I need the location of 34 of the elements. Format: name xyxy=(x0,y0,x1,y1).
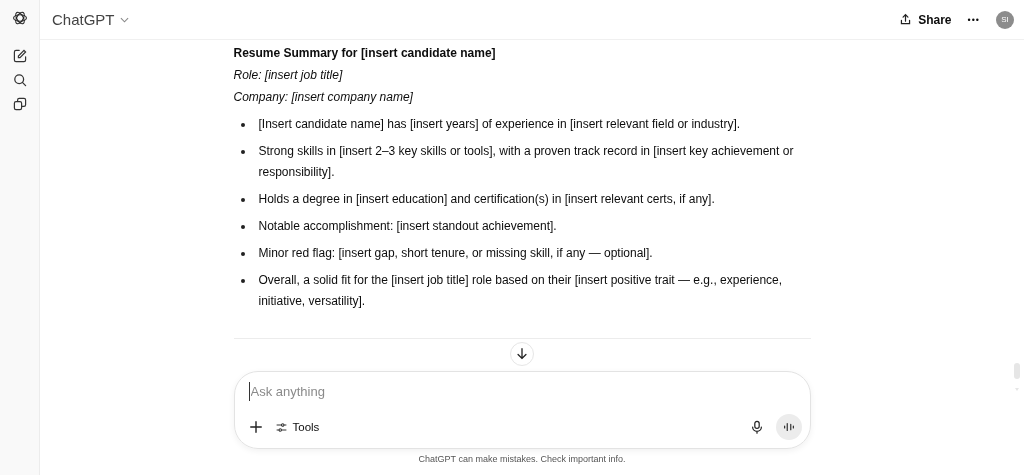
arrow-down-icon xyxy=(515,347,529,361)
logo-icon[interactable] xyxy=(11,10,28,26)
scrollbar-drawing xyxy=(1013,363,1021,393)
bullet-text: Notable accomplishment: [insert standout achievement]. xyxy=(258,218,558,235)
bullet-dot xyxy=(240,225,245,229)
bullet-dot xyxy=(240,252,245,256)
bullet-text: Holds a degree in [insert education] and certification(s) in [insert relevant certs, if any]. xyxy=(258,191,716,208)
disclaimer-text: ChatGPT can make mistakes. Check important info. xyxy=(417,454,627,464)
summary-heading: Resume Summary for [insert candidate name] xyxy=(233,45,497,62)
bullet-dot xyxy=(240,198,245,202)
tools-button[interactable]: Tools xyxy=(274,420,320,434)
voice-mode-button[interactable] xyxy=(775,414,802,440)
bullet-text: Minor red flag: [insert gap, short tenure, or missing skill, if any — optional]. xyxy=(258,245,654,262)
plus-icon[interactable] xyxy=(248,420,263,434)
bullet-dot xyxy=(240,123,245,127)
waveform-icon xyxy=(781,420,796,434)
search-icon[interactable] xyxy=(11,72,28,88)
more-button[interactable]: ••• xyxy=(967,14,980,25)
bullet-text: [Insert candidate name] has [insert years] of experience in [insert relevant field or industry]. xyxy=(258,116,742,133)
library-icon[interactable] xyxy=(11,96,28,112)
share-icon xyxy=(899,13,913,26)
chevron-down-icon xyxy=(119,16,129,23)
company-line: Company: [insert company name] xyxy=(233,89,414,106)
bullet-dot xyxy=(240,279,245,283)
new-chat-icon[interactable] xyxy=(11,48,28,64)
scroll-down-button[interactable] xyxy=(510,342,534,366)
role-line: Role: [insert job title] xyxy=(233,67,344,84)
bullet-text: Strong skills in [insert 2–3 key skills or tools], with a proven track record in [insert key achievement or responsibility]. xyxy=(258,143,795,181)
model-selector[interactable]: ChatGPT xyxy=(52,11,129,28)
bullet-text: Overall, a solid fit for the [insert job title] role based on their [insert positive trait — e.g., experience, initiative, versatility]. xyxy=(258,272,784,310)
share-button[interactable]: Share xyxy=(899,12,952,27)
sliders-icon xyxy=(274,420,288,434)
microphone-icon[interactable] xyxy=(749,420,764,434)
bullet-dot xyxy=(240,150,245,154)
